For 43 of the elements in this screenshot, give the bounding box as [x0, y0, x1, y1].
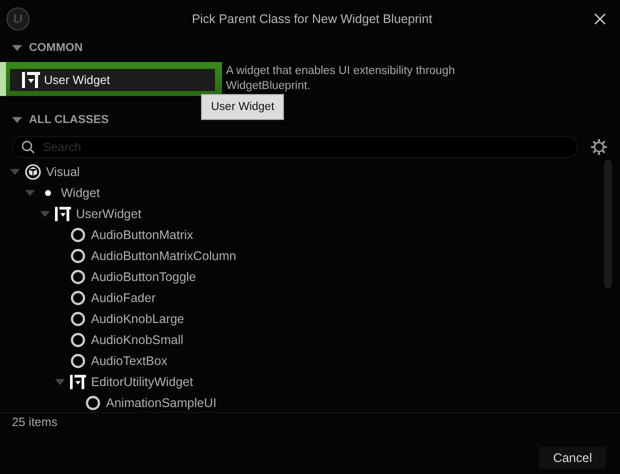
- tree-item[interactable]: AudioButtonMatrix: [91, 228, 194, 242]
- cancel-button[interactable]: Cancel: [539, 447, 606, 469]
- tree-item[interactable]: Visual: [46, 164, 80, 178]
- window-title: Pick Parent Class for New Widget Blueprint: [190, 12, 434, 26]
- tooltip: User Widget: [201, 94, 284, 120]
- caret-icon[interactable]: [55, 378, 65, 386]
- tree-item[interactable]: AudioKnobSmall: [91, 332, 184, 346]
- tree-item[interactable]: AudioKnobLarge: [91, 312, 184, 326]
- cube-icon: [25, 164, 41, 180]
- tree-item[interactable]: EditorUtilityWidget: [91, 374, 194, 388]
- tree-item[interactable]: Widget: [61, 186, 100, 200]
- circle-icon: [70, 226, 86, 242]
- blueprint-icon: [70, 374, 86, 390]
- circle-icon: [70, 352, 86, 368]
- class-description: A widget that enables UI extensibility through WidgetBlueprint.: [225, 64, 456, 94]
- circle-icon: [70, 268, 86, 284]
- search-icon: [21, 140, 35, 154]
- caret-icon[interactable]: [10, 168, 20, 176]
- blueprint-icon: [55, 206, 71, 222]
- caret-icon[interactable]: [12, 44, 22, 52]
- tree-item[interactable]: AnimationSampleUI: [106, 396, 216, 410]
- tree-item[interactable]: AudioTextBox: [91, 354, 168, 368]
- tree-item[interactable]: AudioButtonToggle: [91, 270, 196, 284]
- circle-icon: [70, 290, 86, 306]
- circle-icon: [70, 332, 86, 348]
- section-header: COMMON: [29, 42, 83, 54]
- close-icon[interactable]: [594, 13, 606, 25]
- caret-icon[interactable]: [12, 116, 22, 124]
- section-header: ALL CLASSES: [29, 114, 109, 126]
- tree-item[interactable]: UserWidget: [76, 206, 142, 220]
- blueprint-icon: [22, 72, 40, 88]
- tree-item[interactable]: AudioFader: [91, 290, 156, 304]
- item-count: 25 items: [12, 415, 58, 429]
- scrollbar-thumb[interactable]: [604, 160, 612, 288]
- logo-icon: [6, 7, 30, 31]
- settings-icon[interactable]: [590, 138, 608, 156]
- circle-icon: [85, 394, 101, 410]
- caret-icon[interactable]: [25, 188, 35, 196]
- circle-icon: [70, 248, 86, 264]
- tree-item[interactable]: AudioButtonMatrixColumn: [91, 248, 236, 262]
- circle-icon: [70, 310, 86, 326]
- caret-icon[interactable]: [40, 210, 50, 218]
- class-button[interactable]: User Widget: [0, 62, 222, 96]
